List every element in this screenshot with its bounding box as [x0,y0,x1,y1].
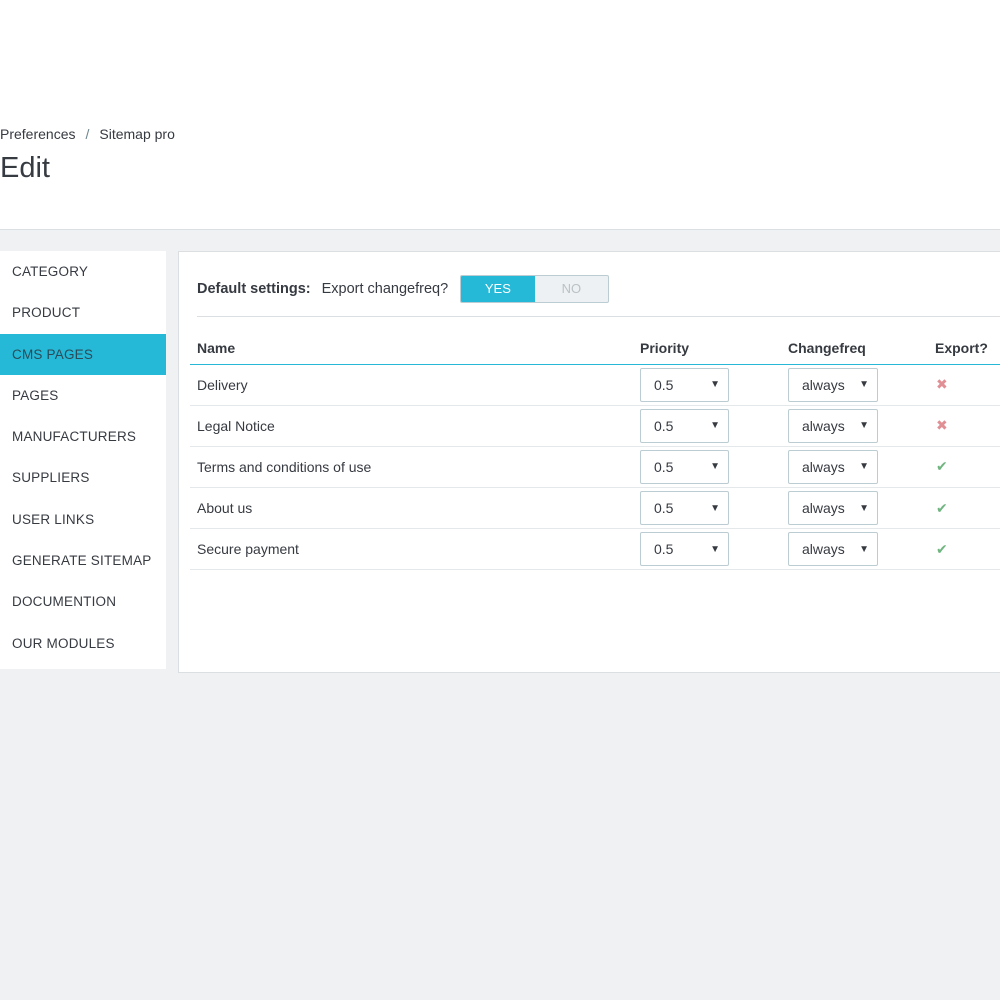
sidebar-item-manufacturers[interactable]: MANUFACTURERS [0,416,166,457]
row-name: Secure payment [190,528,640,571]
changefreq-select[interactable]: always ▼ [788,367,878,402]
caret-down-icon: ▼ [710,543,720,555]
sidebar-item-generate-sitemap[interactable]: GENERATE SITEMAP [0,540,166,581]
caret-down-icon: ▼ [710,461,720,473]
cms-pages-table: Name Priority Changefreq Export? Deliver… [190,333,1000,571]
row-name: Terms and conditions of use [190,446,640,489]
sidebar-item-category[interactable]: CATEGORY [0,251,166,292]
changefreq-select[interactable]: always ▼ [788,449,878,484]
sidebar-item-user-links[interactable]: USER LINKS [0,499,166,540]
cross-icon[interactable]: ✖ [936,376,948,392]
table-header-row: Name Priority Changefreq Export? [190,333,1000,365]
column-header-priority: Priority [640,333,788,365]
sidebar-item-cms-pages[interactable]: CMS PAGES [0,333,166,375]
changefreq-select[interactable]: always ▼ [788,408,878,443]
changefreq-select[interactable]: always ▼ [788,491,878,526]
switch-no-option[interactable]: NO [535,276,609,302]
priority-value: 0.5 [654,458,674,475]
breadcrumb-parent[interactable]: Preferences [0,126,75,142]
changefreq-value: always [802,541,845,558]
priority-select[interactable]: 0.5 ▼ [640,491,729,526]
table-row: About us 0.5 ▼ always ▼ ✔ [190,487,1000,530]
changefreq-value: always [802,376,845,393]
priority-select[interactable]: 0.5 ▼ [640,532,729,567]
caret-down-icon: ▼ [710,502,720,514]
check-icon[interactable]: ✔ [936,458,948,474]
breadcrumb: Preferences / Sitemap pro [0,126,175,142]
table-row: Secure payment 0.5 ▼ always ▼ ✔ [190,528,1000,571]
check-icon[interactable]: ✔ [936,541,948,557]
changefreq-value: always [802,458,845,475]
export-changefreq-label: Export changefreq? [321,281,449,297]
export-changefreq-switch[interactable]: YES NO [460,275,610,303]
cms-pages-panel: Default settings: Export changefreq? YES… [178,251,1000,673]
default-settings-label: Default settings: [197,281,311,297]
changefreq-select[interactable]: always ▼ [788,532,878,567]
caret-down-icon: ▼ [710,379,720,391]
priority-value: 0.5 [654,376,674,393]
switch-yes-option[interactable]: YES [461,276,535,302]
default-settings: Default settings: Export changefreq? YES… [197,275,610,303]
sidebar-item-product[interactable]: PRODUCT [0,292,166,333]
row-name: About us [190,487,640,530]
column-header-changefreq: Changefreq [788,333,935,365]
caret-down-icon: ▼ [859,420,869,432]
changefreq-value: always [802,417,845,434]
divider [197,316,1000,317]
priority-select[interactable]: 0.5 ▼ [640,408,729,443]
caret-down-icon: ▼ [859,379,869,391]
page-title: Edit [0,152,50,184]
table-row: Terms and conditions of use 0.5 ▼ always ▼… [190,446,1000,489]
table-row: Legal Notice 0.5 ▼ always ▼ ✖ [190,405,1000,447]
row-name: Legal Notice [190,405,640,447]
page-header: Preferences / Sitemap pro Edit [0,0,1000,230]
column-header-export: Export? [935,333,1000,365]
sidebar-item-documention[interactable]: DOCUMENTION [0,581,166,622]
sidebar-item-suppliers[interactable]: SUPPLIERS [0,457,166,498]
priority-select[interactable]: 0.5 ▼ [640,367,729,402]
caret-down-icon: ▼ [859,502,869,514]
sidebar-menu: CATEGORY PRODUCT CMS PAGES PAGES MANUFAC… [0,251,166,669]
sidebar-item-pages[interactable]: PAGES [0,375,166,416]
priority-value: 0.5 [654,417,674,434]
row-name: Delivery [190,364,640,406]
check-icon[interactable]: ✔ [936,500,948,516]
caret-down-icon: ▼ [859,543,869,555]
priority-value: 0.5 [654,500,674,517]
caret-down-icon: ▼ [710,420,720,432]
cross-icon[interactable]: ✖ [936,417,948,433]
table-row: Delivery 0.5 ▼ always ▼ ✖ [190,364,1000,406]
breadcrumb-current[interactable]: Sitemap pro [99,126,174,142]
changefreq-value: always [802,500,845,517]
priority-value: 0.5 [654,541,674,558]
breadcrumb-separator: / [85,126,90,142]
priority-select[interactable]: 0.5 ▼ [640,449,729,484]
sidebar-item-our-modules[interactable]: OUR MODULES [0,623,166,664]
column-header-name: Name [190,333,640,365]
caret-down-icon: ▼ [859,461,869,473]
